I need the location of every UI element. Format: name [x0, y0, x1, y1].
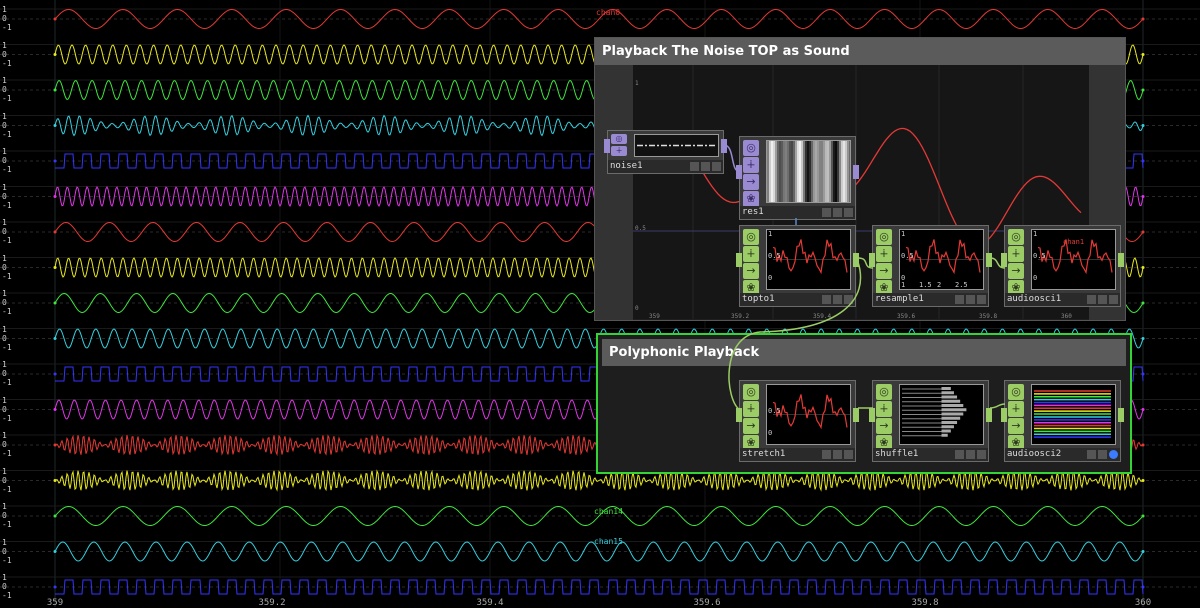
node-wires [723, 144, 1006, 411]
wire [857, 257, 874, 269]
wire [728, 261, 862, 411]
wire [723, 144, 741, 173]
wire [989, 403, 1006, 409]
wire [989, 257, 1006, 269]
